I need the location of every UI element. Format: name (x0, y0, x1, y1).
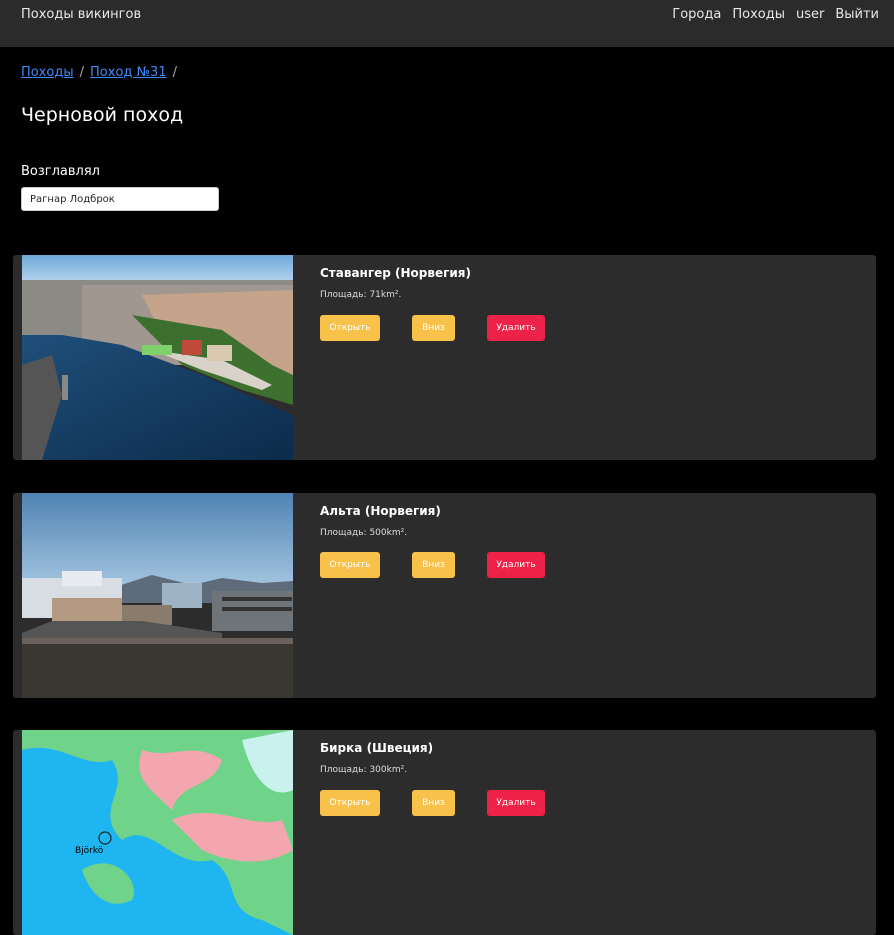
city-card: Björkö Бирка (Швеция) Площадь: 300km². О… (13, 730, 876, 935)
leader-input[interactable] (21, 187, 219, 211)
delete-button[interactable]: Удалить (487, 552, 545, 578)
city-area: Площадь: 71km². (320, 290, 402, 300)
city-name: Ставангер (Норвегия) (320, 266, 471, 280)
open-button[interactable]: Открыть (320, 790, 380, 816)
leader-label: Возглавлял (21, 164, 100, 179)
move-down-button[interactable]: Вниз (412, 552, 455, 578)
city-name: Бирка (Швеция) (320, 741, 434, 755)
nav-links: Города Походы user Выйти (672, 7, 879, 22)
nav-link-logout[interactable]: Выйти (835, 7, 879, 22)
delete-button[interactable]: Удалить (487, 315, 545, 341)
breadcrumb-separator: / (172, 65, 177, 80)
move-down-button[interactable]: Вниз (412, 315, 455, 341)
map-label-bjorko: Björkö (75, 846, 104, 856)
nav-link-user[interactable]: user (796, 7, 824, 22)
breadcrumb: Походы / Поход №31 / (21, 65, 177, 80)
city-map: Björkö (22, 730, 293, 935)
move-down-button[interactable]: Вниз (412, 790, 455, 816)
page-title: Черновой поход (21, 104, 184, 126)
breadcrumb-campaigns[interactable]: Походы (21, 65, 74, 80)
city-card: Альта (Норвегия) Площадь: 500km². Открыт… (13, 493, 876, 698)
delete-button[interactable]: Удалить (487, 790, 545, 816)
city-photo (22, 255, 293, 460)
city-area: Площадь: 500km². (320, 528, 408, 538)
breadcrumb-separator: / (79, 65, 85, 80)
city-area: Площадь: 300km². (320, 765, 408, 775)
nav-link-campaigns[interactable]: Походы (732, 7, 785, 22)
nav-link-cities[interactable]: Города (672, 7, 721, 22)
breadcrumb-campaign-31[interactable]: Поход №31 (90, 65, 167, 80)
open-button[interactable]: Открыть (320, 315, 380, 341)
city-card: Ставангер (Норвегия) Площадь: 71km². Отк… (13, 255, 876, 460)
top-navbar: Походы викингов Города Походы user Выйти (0, 0, 894, 47)
open-button[interactable]: Открыть (320, 552, 380, 578)
city-name: Альта (Норвегия) (320, 504, 441, 518)
brand-link[interactable]: Походы викингов (21, 7, 141, 22)
city-photo (22, 493, 293, 698)
